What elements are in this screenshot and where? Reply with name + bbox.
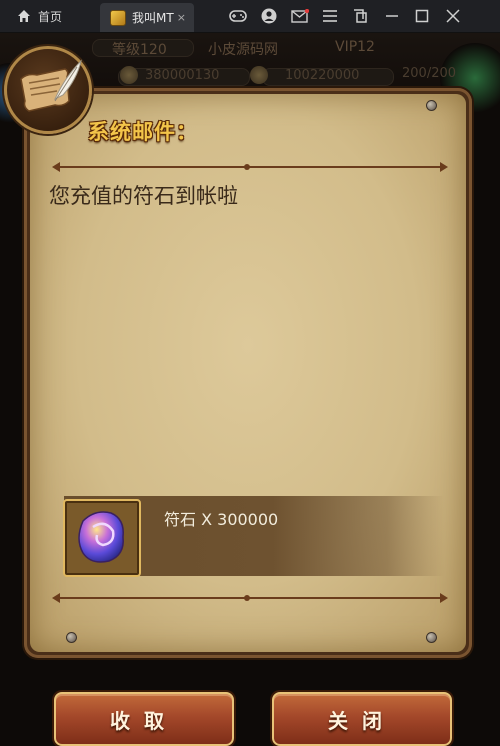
tab-close-button[interactable]: × — [177, 11, 186, 24]
rivet — [66, 632, 77, 643]
mail-title: 系统邮件： — [88, 120, 198, 144]
user-icon[interactable] — [259, 6, 279, 26]
reward-item-slot[interactable] — [63, 499, 141, 577]
gamepad-icon[interactable] — [228, 6, 248, 26]
emulator-titlebar: 首页 我叫MT × — [0, 0, 500, 33]
close-window-icon[interactable] — [443, 6, 463, 26]
game-tab-label: 我叫MT — [132, 11, 174, 25]
home-icon — [18, 10, 30, 22]
screenshot-icon[interactable] — [350, 6, 370, 26]
menu-icon[interactable] — [320, 6, 340, 26]
minimize-icon[interactable] — [382, 6, 402, 26]
rivet — [426, 632, 437, 643]
game-tab[interactable]: 我叫MT × — [100, 3, 194, 32]
rune-stone-icon — [78, 511, 124, 563]
mail-icon[interactable] — [290, 6, 310, 26]
gold-icon — [250, 66, 268, 84]
reward-text: 符石 X 300000 — [164, 510, 279, 529]
scroll-quill-icon — [4, 46, 92, 134]
hud-gems: 380000130 — [145, 68, 220, 83]
hud-gold: 100220000 — [285, 68, 360, 83]
maximize-icon[interactable] — [412, 6, 432, 26]
top-divider — [52, 162, 448, 172]
hud-site: 小皮源码网 — [208, 42, 278, 58]
rivet — [426, 100, 437, 111]
hud-level: 等级120 — [112, 42, 167, 58]
gem-icon — [120, 66, 138, 84]
home-tab-label: 首页 — [38, 9, 63, 24]
home-tab[interactable]: 首页 — [0, 0, 100, 32]
bottom-divider — [52, 593, 448, 603]
hud-vip: VIP12 — [335, 39, 375, 55]
hud-stamina: 200/200 — [402, 66, 457, 81]
close-button[interactable]: 关闭 — [272, 692, 452, 746]
app-icon — [110, 9, 126, 26]
mail-message: 您充值的符石到帐啦 — [49, 184, 238, 208]
collect-button[interactable]: 收取 — [54, 692, 234, 746]
